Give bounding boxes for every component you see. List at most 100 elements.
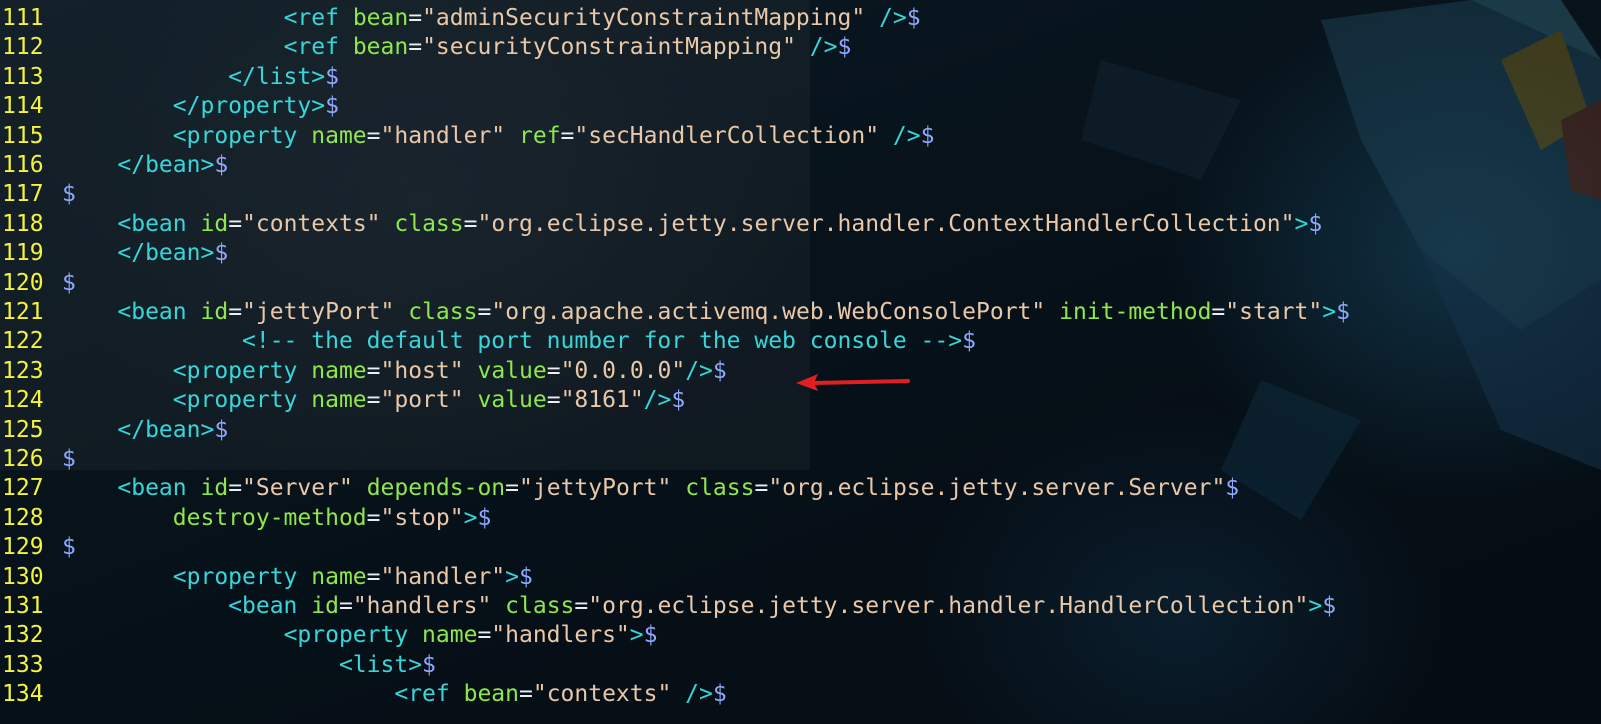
code-token: > [1294,210,1309,237]
line-number: 117 [2,181,44,208]
line-number: 126 [2,446,44,472]
code-token: init-method [1059,299,1212,325]
code-token: id [200,210,229,237]
line-number: 111 [2,5,44,31]
code-token: <property [172,122,312,149]
code-text: $ [62,534,76,560]
end-of-line-marker: $ [62,269,76,296]
code-token: = [1211,299,1226,325]
code-token: "handler" [380,563,506,590]
code-line[interactable]: 134 <ref bean="contexts" />$ [0,679,1601,709]
code-token: = [408,5,423,31]
end-of-line-marker: $ [325,93,339,120]
code-line[interactable]: 131 <bean id="handlers" class="org.eclip… [0,591,1601,621]
code-token: id [200,299,229,325]
code-token: name [422,622,478,649]
code-token: /> [671,681,713,708]
code-line[interactable]: 130 <property name="handler">$ [0,562,1601,592]
code-line[interactable]: 129 $ [0,532,1601,562]
end-of-line-marker: $ [62,534,76,561]
code-line[interactable]: 120 $ [0,268,1601,298]
line-number: 127 [2,475,44,502]
end-of-line-marker: $ [1322,593,1337,619]
code-line[interactable]: 118 <bean id="contexts" class="org.eclip… [0,209,1601,239]
text-editor[interactable]: 111 <ref bean="adminSecurityConstraintMa… [0,0,1601,724]
code-token: = [366,563,381,590]
code-line[interactable]: 117 $ [0,179,1601,209]
code-line[interactable]: 116 </bean>$ [0,150,1601,180]
line-number: 119 [2,240,44,267]
line-number: 124 [2,387,44,414]
code-token: = [754,475,769,502]
code-token: value [477,357,547,384]
code-line[interactable]: 112 <ref bean="securityConstraintMapping… [0,32,1601,62]
line-number: 115 [2,122,44,149]
code-token: <property [172,387,312,414]
code-token: bean [352,34,409,61]
code-token: = [366,504,381,531]
code-token: = [477,622,492,649]
code-token: = [338,593,353,619]
code-token: <property [172,563,312,590]
end-of-line-marker: $ [62,181,76,208]
code-line[interactable]: 132 <property name="handlers">$ [0,620,1601,650]
code-token: = [574,593,589,619]
code-token: "securityConstraintMapping" [422,34,796,61]
code-line[interactable]: 113 </list>$ [0,62,1601,92]
code-token: /> [879,122,921,149]
code-line[interactable]: 127 <bean id="Server" depends-on="jettyP… [0,473,1601,503]
code-token: = [477,299,492,325]
end-of-line-marker: $ [1336,299,1350,325]
code-token: "host" [380,357,464,384]
line-number: 116 [2,152,44,178]
code-line[interactable]: 125 </bean>$ [0,415,1601,445]
code-token: = [463,210,478,237]
code-text: </list>$ [62,64,339,90]
code-token: = [228,299,243,325]
end-of-line-marker: $ [712,357,727,384]
code-token: class [685,475,755,502]
code-token: "8161" [560,387,644,414]
code-line[interactable]: 115 <property name="handler" ref="secHan… [0,121,1601,151]
code-token: "adminSecurityConstraintMapping" [422,5,866,31]
line-number: 114 [2,93,44,120]
code-line[interactable]: 119 </bean>$ [0,238,1601,268]
code-text: <bean id="Server" depends-on="jettyPort"… [62,475,1239,501]
code-token: "Server" [242,475,353,502]
line-number: 134 [2,681,44,708]
code-text: <list>$ [62,652,436,678]
code-line[interactable]: 114 </property>$ [0,91,1601,121]
code-token: name [311,563,367,590]
code-line[interactable]: 128 destroy-method="stop">$ [0,503,1601,533]
code-token: class [408,299,478,325]
end-of-line-marker: $ [422,651,436,678]
code-text: <ref bean="securityConstraintMapping" />… [62,34,852,61]
code-line[interactable]: 122 <!-- the default port number for the… [0,326,1601,356]
code-line[interactable]: 133 <list>$ [0,650,1601,680]
code-line[interactable]: 126 $ [0,444,1601,474]
end-of-line-marker: $ [837,34,852,61]
code-token: = [505,475,520,502]
end-of-line-marker: $ [920,122,935,149]
code-token: "0.0.0.0" [560,357,686,384]
code-token: </bean> [117,416,215,443]
code-token: = [366,357,381,384]
code-text: <bean id="handlers" class="org.eclipse.j… [62,593,1336,619]
code-token: class [505,593,575,619]
code-token: "start" [1225,299,1323,325]
code-token: <bean [117,475,201,502]
code-text: </property>$ [62,93,339,119]
code-line[interactable]: 121 <bean id="jettyPort" class="org.apac… [0,297,1601,327]
code-token: > [1322,299,1337,325]
end-of-line-marker: $ [906,5,921,31]
code-token: > [505,563,519,590]
code-line[interactable]: 111 <ref bean="adminSecurityConstraintMa… [0,3,1601,33]
